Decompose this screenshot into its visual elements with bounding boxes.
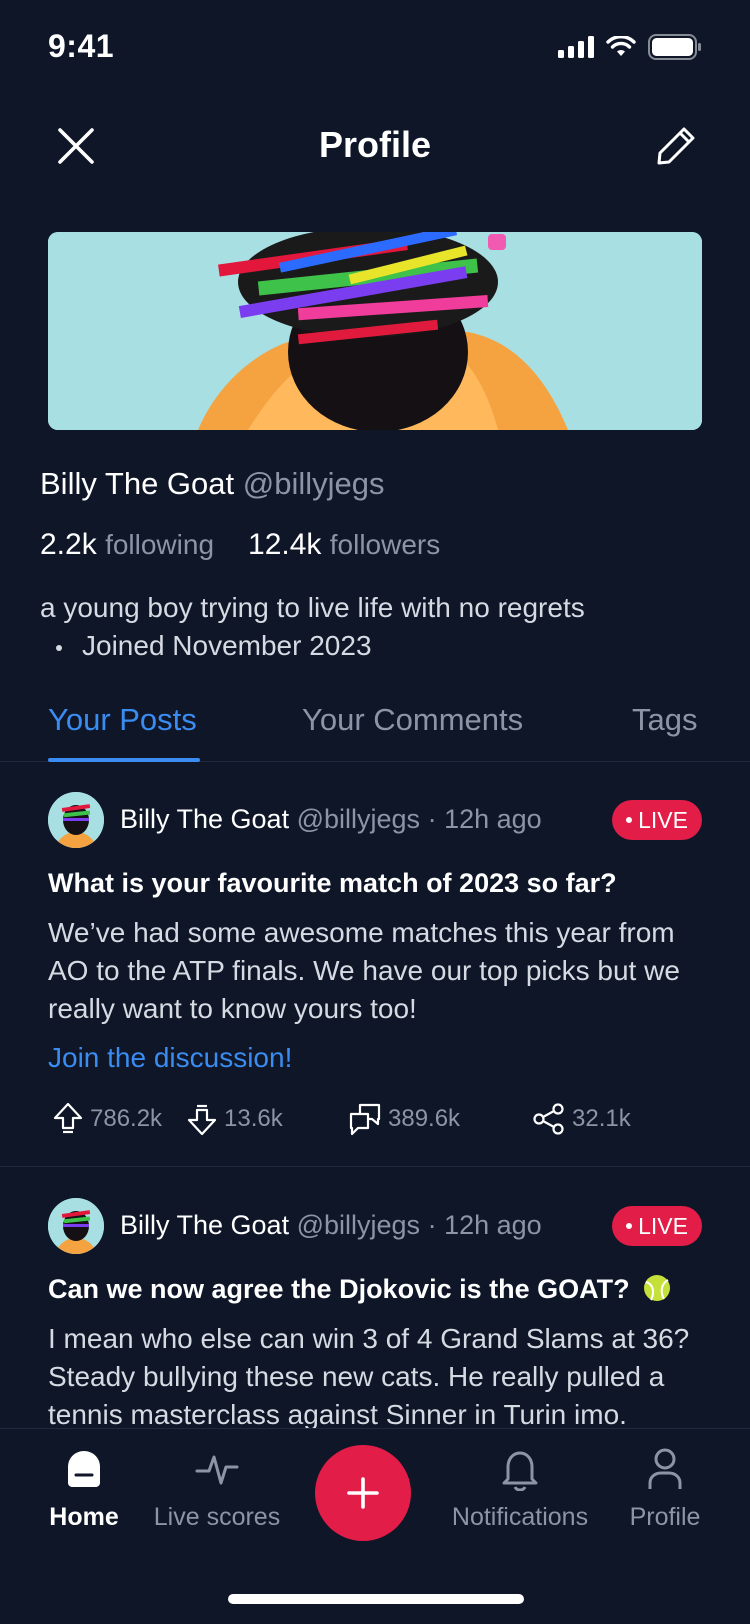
post-actions: 786.2k 13.6k 389.6k 32.1k xyxy=(48,1102,688,1142)
live-badge-label: LIVE xyxy=(638,1212,688,1239)
post-title-line: Can we now agree the Djokovic is the GOA… xyxy=(48,1274,671,1305)
nav-home[interactable]: Home xyxy=(48,1447,120,1532)
home-icon xyxy=(68,1451,100,1487)
profile-name: Billy The Goat xyxy=(40,466,235,501)
post-body: We’ve had some awesome matches this year… xyxy=(48,917,680,1024)
post-time: · 12h ago xyxy=(427,1210,542,1240)
upvote-icon xyxy=(53,1102,83,1134)
pulse-icon xyxy=(195,1455,239,1485)
profile-handle: @billyjegs xyxy=(242,466,385,501)
upvote-button[interactable]: 786.2k xyxy=(52,1102,162,1136)
post-title[interactable]: What is your favourite match of 2023 so … xyxy=(48,868,617,899)
tennis-ball-icon xyxy=(644,1275,671,1301)
following-label: following xyxy=(105,529,215,560)
post-card[interactable]: Billy The Goat @billyjegs · 12h ago LIVE… xyxy=(0,1198,750,1428)
profile-stats: 2.2k following 12.4k followers xyxy=(40,528,440,562)
signal-icon xyxy=(558,36,594,58)
joined-text: Joined November 2023 xyxy=(82,630,372,661)
post-author-handle: @billyjegs xyxy=(296,804,421,834)
tab-your-posts[interactable]: Your Posts xyxy=(48,702,197,738)
followers-count: 12.4k xyxy=(248,528,322,561)
avatar[interactable] xyxy=(48,1198,104,1254)
create-post-button[interactable] xyxy=(315,1445,411,1541)
profile-cover-image xyxy=(48,232,702,430)
following-stat[interactable]: 2.2k following xyxy=(40,528,214,562)
active-tab-indicator xyxy=(48,758,200,762)
nav-live-scores-label: Live scores xyxy=(153,1503,281,1531)
comments-count: 389.6k xyxy=(388,1105,461,1132)
share-count: 32.1k xyxy=(572,1105,631,1132)
battery-icon xyxy=(648,34,701,60)
live-dot xyxy=(626,817,633,823)
live-badge-label: LIVE xyxy=(638,806,688,833)
live-dot xyxy=(626,1223,633,1229)
post-author-line: Billy The Goat @billyjegs · 12h ago xyxy=(120,1210,542,1241)
bell-icon xyxy=(502,1451,538,1491)
plus-icon xyxy=(347,1477,379,1509)
edit-icon[interactable] xyxy=(654,124,698,168)
nav-home-label: Home xyxy=(49,1503,119,1531)
wifi-icon xyxy=(606,36,636,56)
post-header: Billy The Goat @billyjegs · 12h ago LIVE xyxy=(48,1198,702,1254)
profile-joined: Joined November 2023 xyxy=(56,630,372,662)
status-bar: 9:41 xyxy=(0,0,750,96)
profile-tabs: Your Posts Your Comments Tags xyxy=(0,694,750,762)
live-badge: LIVE xyxy=(612,800,702,840)
comments-button[interactable]: 389.6k xyxy=(348,1102,460,1136)
downvote-icon xyxy=(187,1104,217,1136)
nav-notifications-label: Notifications xyxy=(451,1503,589,1531)
followers-stat[interactable]: 12.4k followers xyxy=(248,528,440,562)
nav-notifications[interactable]: Notifications xyxy=(444,1447,596,1532)
post-time: · 12h ago xyxy=(427,804,542,834)
post-divider xyxy=(0,1166,750,1167)
header: Profile xyxy=(0,104,750,184)
followers-label: followers xyxy=(329,529,441,560)
nav-profile-label: Profile xyxy=(629,1503,701,1531)
join-discussion-link[interactable]: Join the discussion! xyxy=(48,1042,292,1074)
post-card[interactable]: Billy The Goat @billyjegs · 12h ago LIVE… xyxy=(0,792,750,1162)
avatar[interactable] xyxy=(48,792,104,848)
post-author-handle: @billyjegs xyxy=(296,1210,421,1240)
share-button[interactable]: 32.1k xyxy=(532,1102,631,1136)
live-badge: LIVE xyxy=(612,1206,702,1246)
status-icons xyxy=(558,34,702,60)
upvote-count: 786.2k xyxy=(90,1105,163,1132)
home-indicator[interactable] xyxy=(228,1594,524,1604)
post-title[interactable]: Can we now agree the Djokovic is the GOA… xyxy=(48,1274,630,1304)
share-icon xyxy=(533,1103,564,1135)
post-body: I mean who else can win 3 of 4 Grand Sla… xyxy=(48,1323,690,1428)
comments-icon xyxy=(349,1103,381,1136)
post-author-name: Billy The Goat xyxy=(120,1210,290,1240)
page-title: Profile xyxy=(318,124,432,165)
bullet-dot xyxy=(56,644,62,651)
downvote-count: 13.6k xyxy=(224,1105,283,1132)
profile-bio: a young boy trying to live life with no … xyxy=(40,592,585,623)
tab-your-comments[interactable]: Your Comments xyxy=(302,702,523,738)
post-author-name: Billy The Goat xyxy=(120,804,290,834)
user-icon xyxy=(648,1448,682,1489)
profile-name-line: Billy The Goat @billyjegs xyxy=(40,466,385,502)
tab-tags[interactable]: Tags xyxy=(632,702,697,738)
post-header: Billy The Goat @billyjegs · 12h ago LIVE xyxy=(48,792,702,848)
downvote-button[interactable]: 13.6k xyxy=(186,1102,283,1136)
post-author-line: Billy The Goat @billyjegs · 12h ago xyxy=(120,804,542,835)
status-time: 9:41 xyxy=(48,28,115,64)
following-count: 2.2k xyxy=(40,528,97,561)
nav-profile[interactable]: Profile xyxy=(626,1447,704,1532)
nav-live-scores[interactable]: Live scores xyxy=(150,1447,284,1532)
